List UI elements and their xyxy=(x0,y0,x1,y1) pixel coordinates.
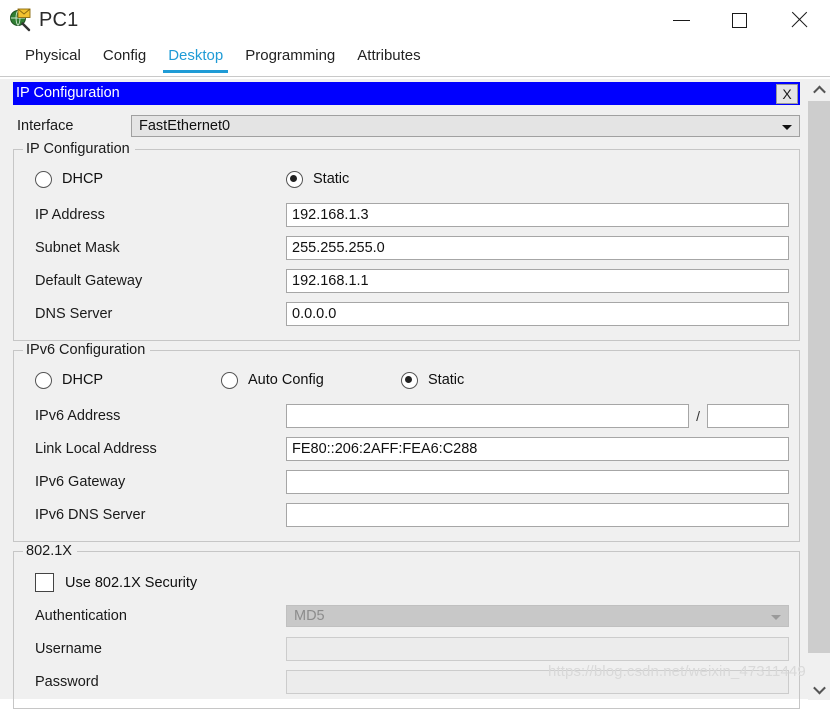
radio-dhcp[interactable]: DHCP xyxy=(24,170,286,188)
minimize-icon xyxy=(672,19,690,21)
maximize-icon xyxy=(731,12,747,28)
radio-static[interactable]: Static xyxy=(286,170,350,188)
radio-dhcp-label: DHCP xyxy=(62,171,104,187)
window-controls xyxy=(652,0,830,40)
username-input[interactable] xyxy=(286,636,789,661)
prefix-separator: / xyxy=(696,407,700,424)
interface-row: Interface FastEthernet0 xyxy=(13,112,800,140)
default-gateway-input[interactable]: 192.168.1.1 xyxy=(286,268,789,293)
scroll-up-button[interactable] xyxy=(808,79,830,101)
ipv6-configuration-legend: IPv6 Configuration xyxy=(23,342,151,358)
ipv6-address-row: IPv6 Address / xyxy=(24,399,789,432)
interface-selected-value: FastEthernet0 xyxy=(139,118,231,134)
tab-desktop[interactable]: Desktop xyxy=(157,40,234,73)
ipv6-gateway-input[interactable] xyxy=(286,469,789,494)
dot1x-legend: 802.1X xyxy=(23,543,77,559)
dns-server-input[interactable]: 0.0.0.0 xyxy=(286,301,789,326)
pc-network-icon xyxy=(7,7,33,33)
ip-configuration-group: IP Configuration DHCP Static IP Address … xyxy=(13,141,800,341)
scrollbar-thumb[interactable] xyxy=(808,101,830,653)
authentication-label: Authentication xyxy=(35,607,127,624)
minimize-button[interactable] xyxy=(652,0,710,40)
username-label: Username xyxy=(35,640,102,657)
link-local-address-label: Link Local Address xyxy=(35,440,157,457)
close-button[interactable] xyxy=(768,0,830,40)
authentication-selected-value: MD5 xyxy=(294,607,325,624)
ipv6-mode-radio-group: DHCP Auto Config Static xyxy=(24,365,789,395)
tab-attributes[interactable]: Attributes xyxy=(346,40,431,73)
radio-ipv6-auto-config-label: Auto Config xyxy=(248,372,324,388)
dialog-close-button[interactable]: X xyxy=(776,84,798,104)
chevron-up-icon xyxy=(812,85,826,98)
radio-static-icon xyxy=(286,170,303,188)
ip-address-row: IP Address 192.168.1.3 xyxy=(24,198,789,231)
tab-config[interactable]: Config xyxy=(92,40,157,73)
radio-ipv6-dhcp[interactable]: DHCP xyxy=(24,371,221,389)
interface-select[interactable]: FastEthernet0 xyxy=(131,115,800,137)
dns-server-row: DNS Server 0.0.0.0 xyxy=(24,297,789,330)
ipv6-gateway-label: IPv6 Gateway xyxy=(35,473,126,490)
authentication-select[interactable]: MD5 xyxy=(286,604,789,627)
chevron-down-icon xyxy=(812,681,826,694)
use-dot1x-security-checkbox-row[interactable]: Use 802.1X Security xyxy=(24,566,789,599)
tab-physical[interactable]: Physical xyxy=(14,40,92,73)
link-local-address-row: Link Local Address FE80::206:2AFF:FEA6:C… xyxy=(24,432,789,465)
ipv6-dns-server-row: IPv6 DNS Server xyxy=(24,498,789,531)
interface-label: Interface xyxy=(17,118,74,134)
ip-address-input[interactable]: 192.168.1.3 xyxy=(286,202,789,227)
subnet-mask-input[interactable]: 255.255.255.0 xyxy=(286,235,789,260)
scroll-down-button[interactable] xyxy=(808,678,830,700)
default-gateway-label: Default Gateway xyxy=(35,272,143,289)
radio-ipv6-static-label: Static xyxy=(428,372,465,388)
radio-static-label: Static xyxy=(313,171,350,187)
ipv6-prefix-input[interactable] xyxy=(707,403,789,428)
radio-ipv6-auto-config[interactable]: Auto Config xyxy=(221,371,401,389)
tab-programming[interactable]: Programming xyxy=(234,40,346,73)
window-titlebar: PC1 xyxy=(0,0,830,40)
authentication-row: Authentication MD5 xyxy=(24,599,789,632)
link-local-address-input[interactable]: FE80::206:2AFF:FEA6:C288 xyxy=(286,436,789,461)
dialog-titlebar: IP Configuration X xyxy=(13,82,800,105)
dialog-title-text: IP Configuration xyxy=(16,85,120,101)
tab-bar: Physical Config Desktop Programming Attr… xyxy=(0,40,830,77)
subnet-mask-row: Subnet Mask 255.255.255.0 xyxy=(24,231,789,264)
ip-mode-radio-group: DHCP Static xyxy=(24,164,789,194)
maximize-button[interactable] xyxy=(710,0,768,40)
radio-dhcp-icon xyxy=(35,170,52,188)
dot1x-group: 802.1X Use 802.1X Security Authenticatio… xyxy=(13,543,800,709)
ipv6-address-label: IPv6 Address xyxy=(35,407,121,424)
username-row: Username xyxy=(24,632,789,665)
chevron-down-icon xyxy=(771,614,781,620)
radio-ipv6-dhcp-label: DHCP xyxy=(62,372,104,388)
radio-ipv6-dhcp-icon xyxy=(35,371,52,389)
chevron-down-icon xyxy=(782,125,792,130)
ipv6-dns-server-input[interactable] xyxy=(286,502,789,527)
ip-address-label: IP Address xyxy=(35,206,105,223)
ipv6-gateway-row: IPv6 Gateway xyxy=(24,465,789,498)
radio-ipv6-auto-config-icon xyxy=(221,371,238,389)
ipv6-address-input[interactable] xyxy=(286,403,690,428)
watermark: https://blog.csdn.net/weixin_47311449 xyxy=(548,663,806,680)
close-icon xyxy=(790,11,808,29)
default-gateway-row: Default Gateway 192.168.1.1 xyxy=(24,264,789,297)
dns-server-label: DNS Server xyxy=(35,305,113,322)
ip-configuration-dialog: IP Configuration X Interface FastEtherne… xyxy=(13,82,800,709)
ip-configuration-legend: IP Configuration xyxy=(23,141,135,157)
ipv6-dns-server-label: IPv6 DNS Server xyxy=(35,506,146,523)
desktop-panel: IP Configuration X Interface FastEtherne… xyxy=(0,78,830,709)
vertical-scrollbar[interactable] xyxy=(808,79,830,700)
window-title: PC1 xyxy=(39,8,79,31)
radio-ipv6-static-icon xyxy=(401,371,418,389)
use-dot1x-security-checkbox[interactable] xyxy=(35,573,54,592)
subnet-mask-label: Subnet Mask xyxy=(35,239,120,256)
password-label: Password xyxy=(35,673,99,690)
use-dot1x-security-label: Use 802.1X Security xyxy=(65,574,198,591)
ipv6-configuration-group: IPv6 Configuration DHCP Auto Config Stat… xyxy=(13,342,800,542)
radio-ipv6-static[interactable]: Static xyxy=(401,371,465,389)
